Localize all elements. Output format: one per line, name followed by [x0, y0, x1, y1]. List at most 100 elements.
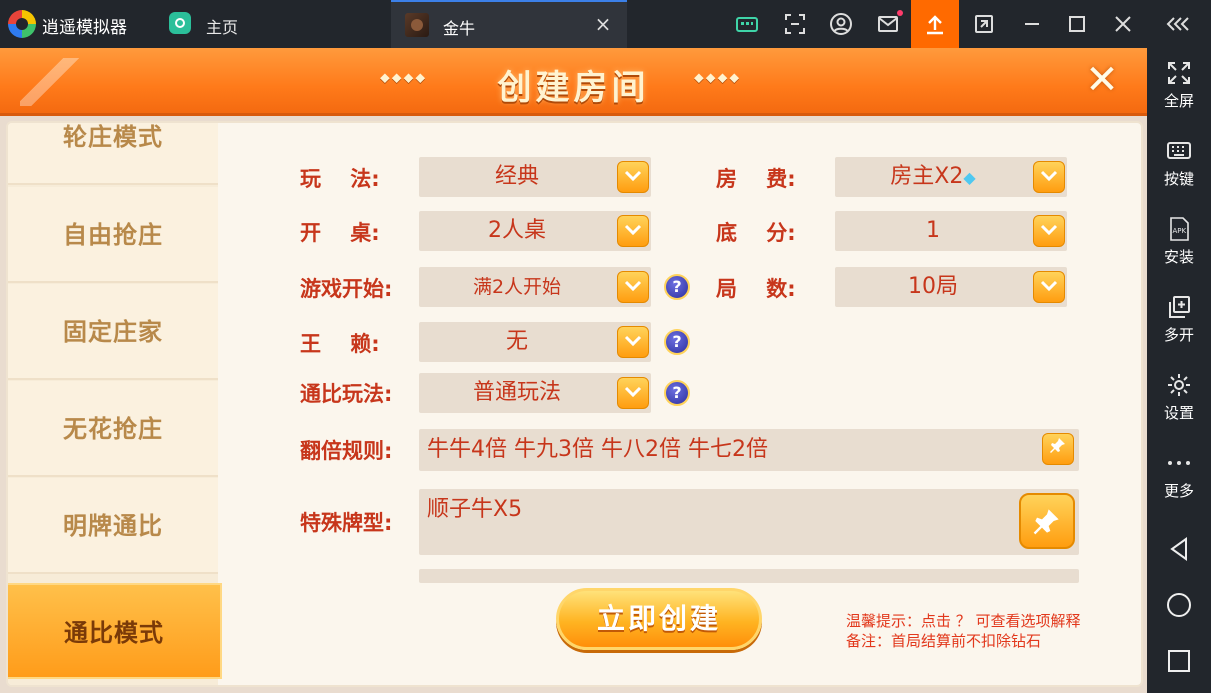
- play-value: 经典: [494, 164, 539, 189]
- wild-card-label: 王 赖:: [300, 332, 380, 356]
- dropdown-arrow-icon[interactable]: [617, 215, 649, 247]
- dropdown-arrow-icon[interactable]: [1033, 161, 1065, 193]
- sidebar-item-settings[interactable]: 设置: [1147, 372, 1211, 423]
- account-icon[interactable]: [829, 12, 853, 36]
- sidebar-item-label: 安装: [1163, 248, 1194, 266]
- compare-mode-value: 普通玩法: [472, 380, 561, 405]
- dropdown-arrow-icon[interactable]: [1033, 271, 1065, 303]
- game-start-label: 游戏开始:: [300, 277, 393, 301]
- tip-help-hint: 温馨提示：点击 ？ 可查看选项解释: [846, 612, 1081, 630]
- back-icon[interactable]: [1147, 534, 1211, 574]
- mode-item-open-compare[interactable]: 明牌通比: [8, 478, 218, 574]
- table-select[interactable]: 2人桌: [419, 211, 651, 251]
- base-score-value: 1: [926, 218, 940, 243]
- sidebar-item-label: 更多: [1163, 482, 1194, 500]
- dialog-close-button[interactable]: ✕: [1080, 58, 1124, 102]
- play-select[interactable]: 经典: [419, 157, 651, 197]
- upload-icon[interactable]: [911, 0, 959, 48]
- special-hand-edit-pin-icon[interactable]: [1019, 493, 1075, 549]
- mode-item-free-grab[interactable]: 自由抢庄: [8, 187, 218, 283]
- rounds-select[interactable]: 10局: [835, 267, 1067, 307]
- tab-game[interactable]: 金牛 ×: [391, 0, 627, 48]
- dropdown-arrow-icon[interactable]: [617, 271, 649, 303]
- app-title: 逍遥模拟器: [42, 18, 127, 38]
- game-start-value: 满2人开始: [472, 276, 562, 298]
- rounds-value: 10局: [908, 274, 958, 299]
- sidebar-item-more[interactable]: 更多: [1147, 450, 1211, 501]
- dropdown-arrow-icon[interactable]: [617, 161, 649, 193]
- svg-text:APK: APK: [1173, 227, 1187, 235]
- fullscreen-icon: [1147, 60, 1211, 88]
- base-score-select[interactable]: 1: [835, 211, 1067, 251]
- hidden-option-field: [419, 569, 1079, 583]
- diamond-icon: ◆: [963, 168, 976, 187]
- title-bar: 逍遥模拟器 主页 金牛 ×: [0, 0, 1211, 48]
- rounds-label: 局 数:: [716, 277, 796, 301]
- dropdown-arrow-icon[interactable]: [1033, 215, 1065, 247]
- multiplier-field[interactable]: 牛牛4倍 牛九3倍 牛八2倍 牛七2倍: [419, 429, 1079, 471]
- game-start-select[interactable]: 满2人开始: [419, 267, 651, 307]
- sidebar-item-label: 全屏: [1163, 92, 1194, 110]
- mode-item-no-flower[interactable]: 无花抢庄: [8, 381, 218, 477]
- mode-item-rotating-banker[interactable]: 轮庄模式: [8, 123, 218, 185]
- play-label: 玩 法:: [300, 167, 380, 191]
- home-tab-icon[interactable]: [169, 12, 191, 34]
- emulator-sidebar: 全屏 按键 APK 安装 多开 设置 更多: [1147, 48, 1211, 693]
- mode-item-compare[interactable]: 通比模式: [8, 583, 222, 679]
- game-thumbnail-icon: [405, 13, 429, 37]
- mail-icon[interactable]: [876, 12, 900, 36]
- table-value: 2人桌: [488, 218, 546, 243]
- close-icon[interactable]: [1111, 12, 1135, 36]
- keyboard-mapping-icon[interactable]: [735, 12, 759, 36]
- dialog-header: ⬥⬥⬥⬥ 创建房间 ⬥⬥⬥⬥ ✕: [0, 48, 1147, 116]
- minimize-icon[interactable]: [1020, 12, 1044, 36]
- recents-icon[interactable]: [1147, 645, 1211, 685]
- dialog-title: 创建房间: [497, 68, 650, 108]
- maximize-icon[interactable]: [1065, 12, 1089, 36]
- screenshot-icon[interactable]: [783, 12, 807, 36]
- sidebar-item-fullscreen[interactable]: 全屏: [1147, 60, 1211, 111]
- wild-card-select[interactable]: 无: [419, 322, 651, 362]
- dropdown-arrow-icon[interactable]: [617, 377, 649, 409]
- multi-instance-icon: [1147, 294, 1211, 322]
- help-icon-compare-mode[interactable]: ?: [664, 380, 690, 406]
- tab-close-button[interactable]: ×: [591, 12, 615, 36]
- more-icon: [1147, 450, 1211, 478]
- sidebar-item-label: 按键: [1163, 170, 1194, 188]
- create-room-button[interactable]: 立即创建: [556, 588, 762, 650]
- mode-item-fixed-banker[interactable]: 固定庄家: [8, 284, 218, 380]
- fee-value-text: 房主X2: [890, 164, 964, 189]
- title-decoration-right: ⬥⬥⬥⬥: [694, 70, 742, 86]
- dropdown-arrow-icon[interactable]: [617, 326, 649, 358]
- settings-icon: [1147, 372, 1211, 400]
- rotate-icon[interactable]: [972, 12, 996, 36]
- sidebar-item-keyboard[interactable]: 按键: [1147, 138, 1211, 189]
- fee-select[interactable]: 房主X2◆: [835, 157, 1067, 197]
- apk-install-icon: APK: [1147, 216, 1211, 244]
- multiplier-value: 牛牛4倍 牛九3倍 牛八2倍 牛七2倍: [427, 437, 768, 462]
- help-icon-game-start[interactable]: ?: [664, 274, 690, 300]
- collapse-icon[interactable]: [1165, 12, 1189, 36]
- keyboard-icon: [1147, 138, 1211, 166]
- special-hand-field[interactable]: 顺子牛X5: [419, 489, 1079, 555]
- sidebar-item-label: 多开: [1163, 326, 1194, 344]
- tab-game-label: 金牛: [443, 19, 476, 38]
- app-logo-icon: [8, 10, 36, 38]
- sidebar-item-multi[interactable]: 多开: [1147, 294, 1211, 345]
- compare-mode-select[interactable]: 普通玩法: [419, 373, 651, 413]
- base-score-label: 底 分:: [716, 221, 796, 245]
- table-label: 开 桌:: [300, 221, 380, 245]
- home-circle-icon[interactable]: [1147, 590, 1211, 630]
- mail-unread-badge: [897, 10, 903, 16]
- multiplier-edit-pin-icon[interactable]: [1042, 433, 1074, 465]
- special-hand-value: 顺子牛X5: [427, 497, 523, 522]
- sidebar-item-install[interactable]: APK 安装: [1147, 216, 1211, 267]
- wild-card-value: 无: [505, 329, 528, 354]
- special-hand-label: 特殊牌型:: [300, 511, 393, 535]
- home-tab-label[interactable]: 主页: [206, 14, 238, 38]
- multiplier-label: 翻倍规则:: [300, 439, 393, 463]
- fee-label: 房 费:: [716, 167, 796, 191]
- help-icon-wild-card[interactable]: ?: [664, 329, 690, 355]
- sidebar-item-label: 设置: [1163, 404, 1194, 422]
- game-screen: ⬥⬥⬥⬥ 创建房间 ⬥⬥⬥⬥ ✕ 轮庄模式 自由抢庄 固定庄家 无花抢庄 明牌通…: [0, 48, 1147, 693]
